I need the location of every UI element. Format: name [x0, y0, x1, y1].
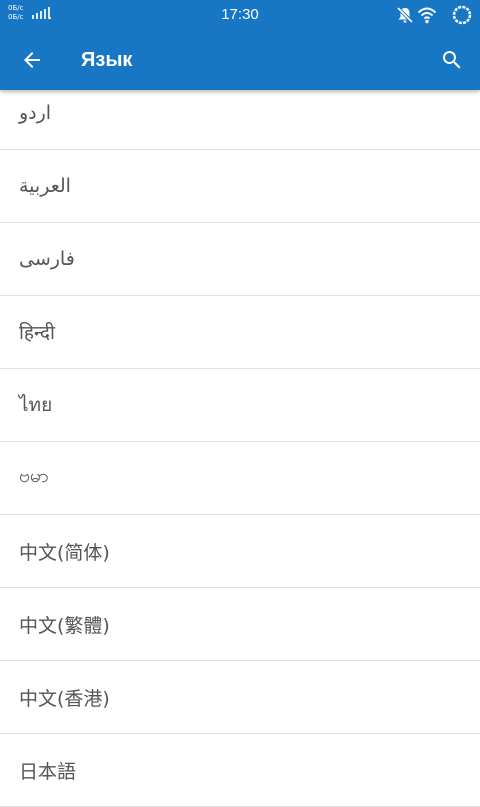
language-label: 日本語: [19, 760, 77, 783]
search-icon: [443, 51, 461, 69]
language-item-hindi[interactable]: हिन्दी: [0, 296, 480, 369]
search-button[interactable]: [428, 36, 476, 84]
language-list: اردو العربية فارسی हिन्दी ไทย ဗမာ 中文(简体)…: [0, 77, 480, 807]
language-label: فارسی: [19, 248, 75, 270]
language-item-chinese-hongkong[interactable]: 中文(香港): [0, 661, 480, 734]
app-bar: Язык: [0, 30, 480, 90]
status-bar: 0Б/с 0Б/с 17:30: [0, 0, 480, 30]
language-label: 中文(简体): [19, 541, 110, 564]
language-label: اردو: [19, 102, 52, 124]
language-item-japanese[interactable]: 日本語: [0, 734, 480, 807]
language-label: 中文(香港): [19, 687, 110, 710]
language-label: हिन्दी: [19, 322, 55, 344]
language-label: 中文(繁體): [19, 614, 110, 637]
page-title: Язык: [81, 49, 133, 71]
sync-icon: [452, 5, 472, 25]
language-item-thai[interactable]: ไทย: [0, 369, 480, 442]
mute-icon: [396, 6, 414, 24]
wifi-icon: [417, 7, 437, 24]
language-item-arabic[interactable]: العربية: [0, 150, 480, 223]
language-label: ဗမာ: [19, 465, 49, 487]
arrow-back-icon: [24, 52, 40, 68]
back-button[interactable]: [8, 36, 56, 84]
language-item-persian[interactable]: فارسی: [0, 223, 480, 296]
language-item-chinese-simplified[interactable]: 中文(简体): [0, 515, 480, 588]
language-item-burmese[interactable]: ဗမာ: [0, 442, 480, 515]
language-item-chinese-traditional[interactable]: 中文(繁體): [0, 588, 480, 661]
language-label: ไทย: [19, 394, 53, 416]
language-label: العربية: [19, 175, 71, 197]
